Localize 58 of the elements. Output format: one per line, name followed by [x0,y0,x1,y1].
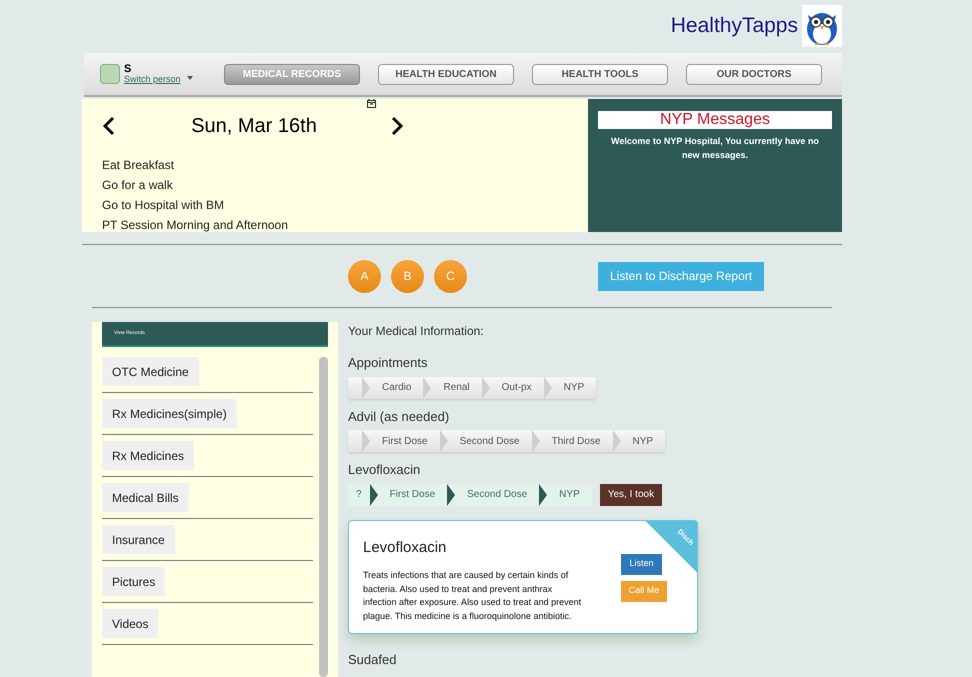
schedule-item: Eat Breakfast [102,157,176,174]
chevron-icon [362,376,370,398]
chevron-icon [370,484,378,506]
sidebar-item[interactable]: Rx Medicines(simple) [102,399,237,428]
content-heading: Your Medical Information: [348,323,485,340]
nav-tab[interactable]: HEALTH EDUCATION [378,64,514,84]
step-lead: ? [355,488,363,502]
switch-person-link[interactable]: Switch person [124,75,181,84]
tracker-title: Appointments [348,354,428,372]
chevron-icon [532,430,540,452]
messages-title: NYP Messages [598,111,832,129]
user-initial: S [124,64,132,75]
tracker-title: Advil (as needed) [348,408,450,426]
step-item[interactable]: NYP [552,376,596,398]
sidebar-item[interactable]: Insurance [102,525,175,554]
sidebar-item[interactable]: Videos [102,609,158,638]
next-day-icon[interactable] [390,116,404,136]
chevron-icon [482,376,490,398]
chevron-icon [539,484,548,506]
step-item[interactable]: First Dose [378,484,448,506]
schedule-date: Sun, Mar 16th [190,114,318,139]
brand-name: HealthyTapps [670,13,798,40]
previous-day-icon[interactable] [102,116,116,136]
step-item[interactable]: NYP [547,484,592,506]
schedule-item: Go for a walk [102,177,174,194]
chevron-icon [447,484,456,506]
caret-icon[interactable] [186,76,193,80]
step-item[interactable]: Out-px [490,376,544,398]
tracker-title: Sudafed [348,650,398,668]
calendar-icon[interactable] [367,99,376,108]
chevron-icon [544,376,552,398]
card-title: Levofloxacin [363,538,448,558]
card-description: Treats infections that are caused by certain kinds of bacteria. Also used to treat and prevent anthrax infection after exposure. Also used to treat and prevent plague. This medicine is a fluoroquinolone antibiotic. [363,569,582,623]
avatar-icon [100,64,120,84]
step-item[interactable]: Second Dose [455,484,540,506]
chevron-icon [423,376,432,398]
step-item[interactable]: Second Dose [448,430,532,452]
sidebar-item[interactable]: Rx Medicines [102,441,194,470]
nav-tab[interactable]: OUR DOCTORS [686,64,822,84]
listen-button[interactable]: Listen [621,554,662,574]
took-button[interactable]: Yes, I took [600,484,662,506]
step-item[interactable]: Renal [431,376,482,398]
schedule-item: Go to Hospital with BM [102,197,226,214]
step-item[interactable]: First Dose [370,430,440,452]
owl-logo-icon [802,5,842,47]
sidebar-item[interactable]: OTC Medicine [102,357,199,386]
schedule-item: PT Session Morning and Afternoon [102,217,289,234]
sidebar-item[interactable]: Medical Bills [102,483,189,512]
step-item[interactable]: NYP [620,430,666,452]
sidebar-item[interactable]: Pictures [102,567,166,596]
step-item[interactable]: Third Dose [540,430,613,452]
messages-text: Welcome to NYP Hospital, You currently have no new messages. [610,135,820,162]
chevron-icon [612,430,621,452]
chevron-icon [362,430,370,452]
step-item[interactable]: Cardio [370,376,424,398]
chevron-icon [440,430,448,452]
tracker-title: Levofloxacin [348,461,422,479]
nav-tab[interactable]: HEALTH TOOLS [532,64,668,84]
